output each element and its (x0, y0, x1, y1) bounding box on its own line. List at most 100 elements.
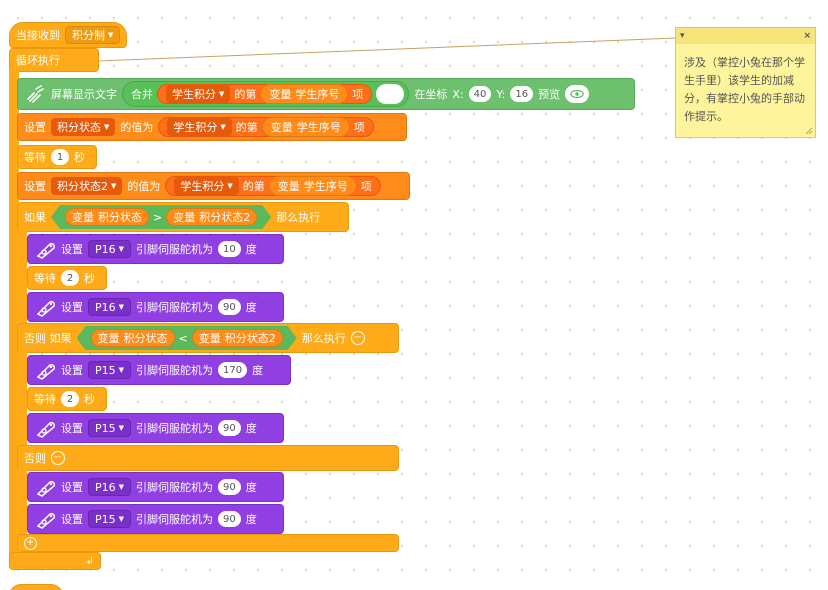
forever-loop-footer: ↲ (9, 552, 101, 570)
join-reporter[interactable]: 合并 学生积分 ▼ 的第 变量 学生序号 项 (122, 81, 410, 107)
angle-input[interactable]: 170 (218, 362, 248, 378)
greater-than-operator[interactable]: 变量 积分状态 > 变量 积分状态2 (51, 205, 271, 229)
student-index-variable[interactable]: 变量 学生序号 (268, 176, 357, 196)
angle-input[interactable]: 90 (218, 479, 241, 495)
display-text-label: 屏幕显示文字 (51, 88, 117, 101)
display-icon (24, 83, 46, 105)
set-label: 设置 (61, 364, 83, 377)
servo-block-4[interactable]: 设置 P15 ▼ 引脚伺服舵机为 90 度 (27, 413, 284, 443)
collapse-icon[interactable]: ▾ (680, 31, 685, 41)
variable-dropdown[interactable]: 积分状态2 ▼ (51, 177, 123, 195)
wait-seconds-input[interactable]: 2 (61, 391, 79, 407)
close-icon[interactable]: × (803, 31, 811, 41)
y-label: Y: (496, 87, 506, 101)
y-input[interactable]: 16 (510, 86, 534, 102)
angle-input[interactable]: 90 (218, 299, 241, 315)
chevron-down-icon: ▼ (118, 482, 125, 491)
servo-text-label: 引脚伺服舵机为 (136, 422, 214, 435)
pin-dropdown[interactable]: P16 ▼ (88, 478, 132, 496)
position-label: 在坐标 (414, 88, 448, 101)
if-block[interactable]: 如果 变量 积分状态 > 变量 积分状态2 那么执行 (17, 202, 349, 232)
x-label: X: (452, 87, 464, 101)
wait-seconds-input[interactable]: 2 (61, 270, 79, 286)
nth-label: 的第 (235, 121, 258, 134)
wait-block-1[interactable]: 等待 1 秒 (17, 145, 97, 169)
then-label: 那么执行 (276, 211, 321, 224)
list-item-reporter[interactable]: 学生积分 ▼ 的第 变量 学生序号 项 (165, 176, 381, 196)
servo-block-2[interactable]: 设置 P16 ▼ 引脚伺服舵机为 90 度 (27, 292, 284, 322)
degree-label: 度 (245, 301, 257, 314)
chevron-down-icon: ▼ (118, 302, 125, 311)
degree-label: 度 (245, 243, 257, 256)
remove-branch-icon[interactable]: − (51, 451, 65, 465)
partial-hat-block[interactable] (9, 584, 63, 590)
preview-label: 预览 (538, 88, 561, 101)
servo-block-5[interactable]: 设置 P16 ▼ 引脚伺服舵机为 90 度 (27, 472, 284, 502)
set-label: 设置 (61, 513, 83, 526)
servo-block-3[interactable]: 设置 P15 ▼ 引脚伺服舵机为 170 度 (27, 355, 291, 385)
display-text-block[interactable]: 屏幕显示文字 合并 学生积分 ▼ 的第 变量 学生序号 项 在坐标 X: 40 Y:… (17, 78, 635, 110)
list-item-reporter[interactable]: 学生积分 ▼ 的第 变量 学生序号 项 (157, 84, 373, 104)
chevron-down-icon: ▼ (220, 122, 226, 131)
variable-reporter-left[interactable]: 变量 积分状态 (91, 329, 175, 347)
angle-input[interactable]: 90 (218, 420, 241, 436)
resize-handle-icon[interactable] (805, 127, 813, 135)
wait-seconds-input[interactable]: 1 (51, 149, 69, 165)
forever-loop-block[interactable]: 循环执行 (9, 48, 99, 72)
student-index-variable[interactable]: 变量 学生序号 (261, 117, 350, 137)
remove-branch-icon[interactable]: − (350, 331, 365, 345)
servo-block-1[interactable]: 设置 P16 ▼ 引脚伺服舵机为 10 度 (27, 234, 284, 264)
value-of-label: 的值为 (127, 180, 161, 193)
variable-dropdown[interactable]: 积分状态 ▼ (51, 118, 116, 136)
else-if-block[interactable]: 否则 如果 变量 积分状态 < 变量 积分状态2 那么执行 − (17, 323, 399, 353)
eye-icon[interactable] (565, 85, 590, 103)
x-input[interactable]: 40 (468, 86, 492, 102)
list-dropdown[interactable]: 学生积分 ▼ (174, 177, 239, 195)
set-variable-block-1[interactable]: 设置 积分状态 ▼ 的值为 学生积分 ▼ 的第 变量 学生序号 项 (17, 113, 407, 141)
pin-dropdown[interactable]: P16 ▼ (88, 298, 132, 316)
less-than-operator[interactable]: 变量 积分状态 < 变量 积分状态2 (77, 326, 297, 350)
then-label: 那么执行 (301, 332, 346, 345)
set-variable-block-2[interactable]: 设置 积分状态2 ▼ 的值为 学生积分 ▼ 的第 变量 学生序号 项 (17, 172, 410, 200)
list-dropdown[interactable]: 学生积分 ▼ (166, 85, 231, 103)
loop-arrow-icon: ↲ (85, 555, 94, 567)
list-dropdown[interactable]: 学生积分 ▼ (167, 118, 232, 136)
add-branch-icon[interactable]: + (24, 536, 37, 550)
angle-input[interactable]: 10 (218, 241, 241, 257)
chevron-down-icon: ▼ (118, 423, 125, 432)
wait-block-3[interactable]: 等待 2 秒 (27, 387, 107, 411)
pin-dropdown[interactable]: P15 ▼ (88, 361, 132, 379)
student-index-variable[interactable]: 变量 学生序号 (260, 84, 349, 104)
degree-label: 度 (252, 364, 264, 377)
servo-icon (34, 476, 56, 498)
servo-icon (34, 296, 56, 318)
seconds-label: 秒 (84, 393, 95, 406)
wait-label: 等待 (24, 151, 46, 164)
angle-input[interactable]: 90 (218, 511, 241, 527)
servo-block-6[interactable]: 设置 P15 ▼ 引脚伺服舵机为 90 度 (27, 504, 284, 534)
else-if-label: 否则 如果 (24, 332, 72, 345)
comment-note[interactable]: ▾ × 涉及（掌控小兔在那个学生手里）该学生的加减分，有掌控小兔的手部动作提示。 (675, 27, 816, 138)
list-item-reporter[interactable]: 学生积分 ▼ 的第 变量 学生序号 项 (158, 117, 374, 137)
pin-dropdown[interactable]: P15 ▼ (88, 419, 132, 437)
chevron-down-icon: ▼ (118, 365, 125, 374)
chevron-down-icon: ▼ (108, 30, 114, 39)
wait-block-2[interactable]: 等待 2 秒 (27, 266, 107, 290)
pin-dropdown[interactable]: P16 ▼ (88, 240, 132, 258)
when-receive-hat-block[interactable]: 当接收到 积分制 ▼ (9, 22, 128, 48)
operator-symbol: < (178, 331, 188, 345)
variable-reporter-right[interactable]: 变量 积分状态2 (166, 208, 257, 226)
chevron-down-icon: ▼ (219, 89, 225, 98)
servo-text-label: 引脚伺服舵机为 (136, 243, 214, 256)
degree-label: 度 (245, 513, 257, 526)
comment-header[interactable]: ▾ × (676, 28, 815, 44)
message-dropdown[interactable]: 积分制 ▼ (65, 26, 121, 44)
else-block[interactable]: 否则 − (17, 445, 399, 471)
pin-dropdown[interactable]: P15 ▼ (88, 510, 132, 528)
chevron-down-icon: ▼ (227, 181, 233, 190)
servo-icon (34, 359, 56, 381)
comment-text[interactable]: 涉及（掌控小兔在那个学生手里）该学生的加减分，有掌控小兔的手部动作提示。 (676, 44, 815, 126)
join-empty-input[interactable] (376, 84, 405, 104)
variable-reporter-left[interactable]: 变量 积分状态 (65, 208, 149, 226)
variable-reporter-right[interactable]: 变量 积分状态2 (192, 329, 283, 347)
